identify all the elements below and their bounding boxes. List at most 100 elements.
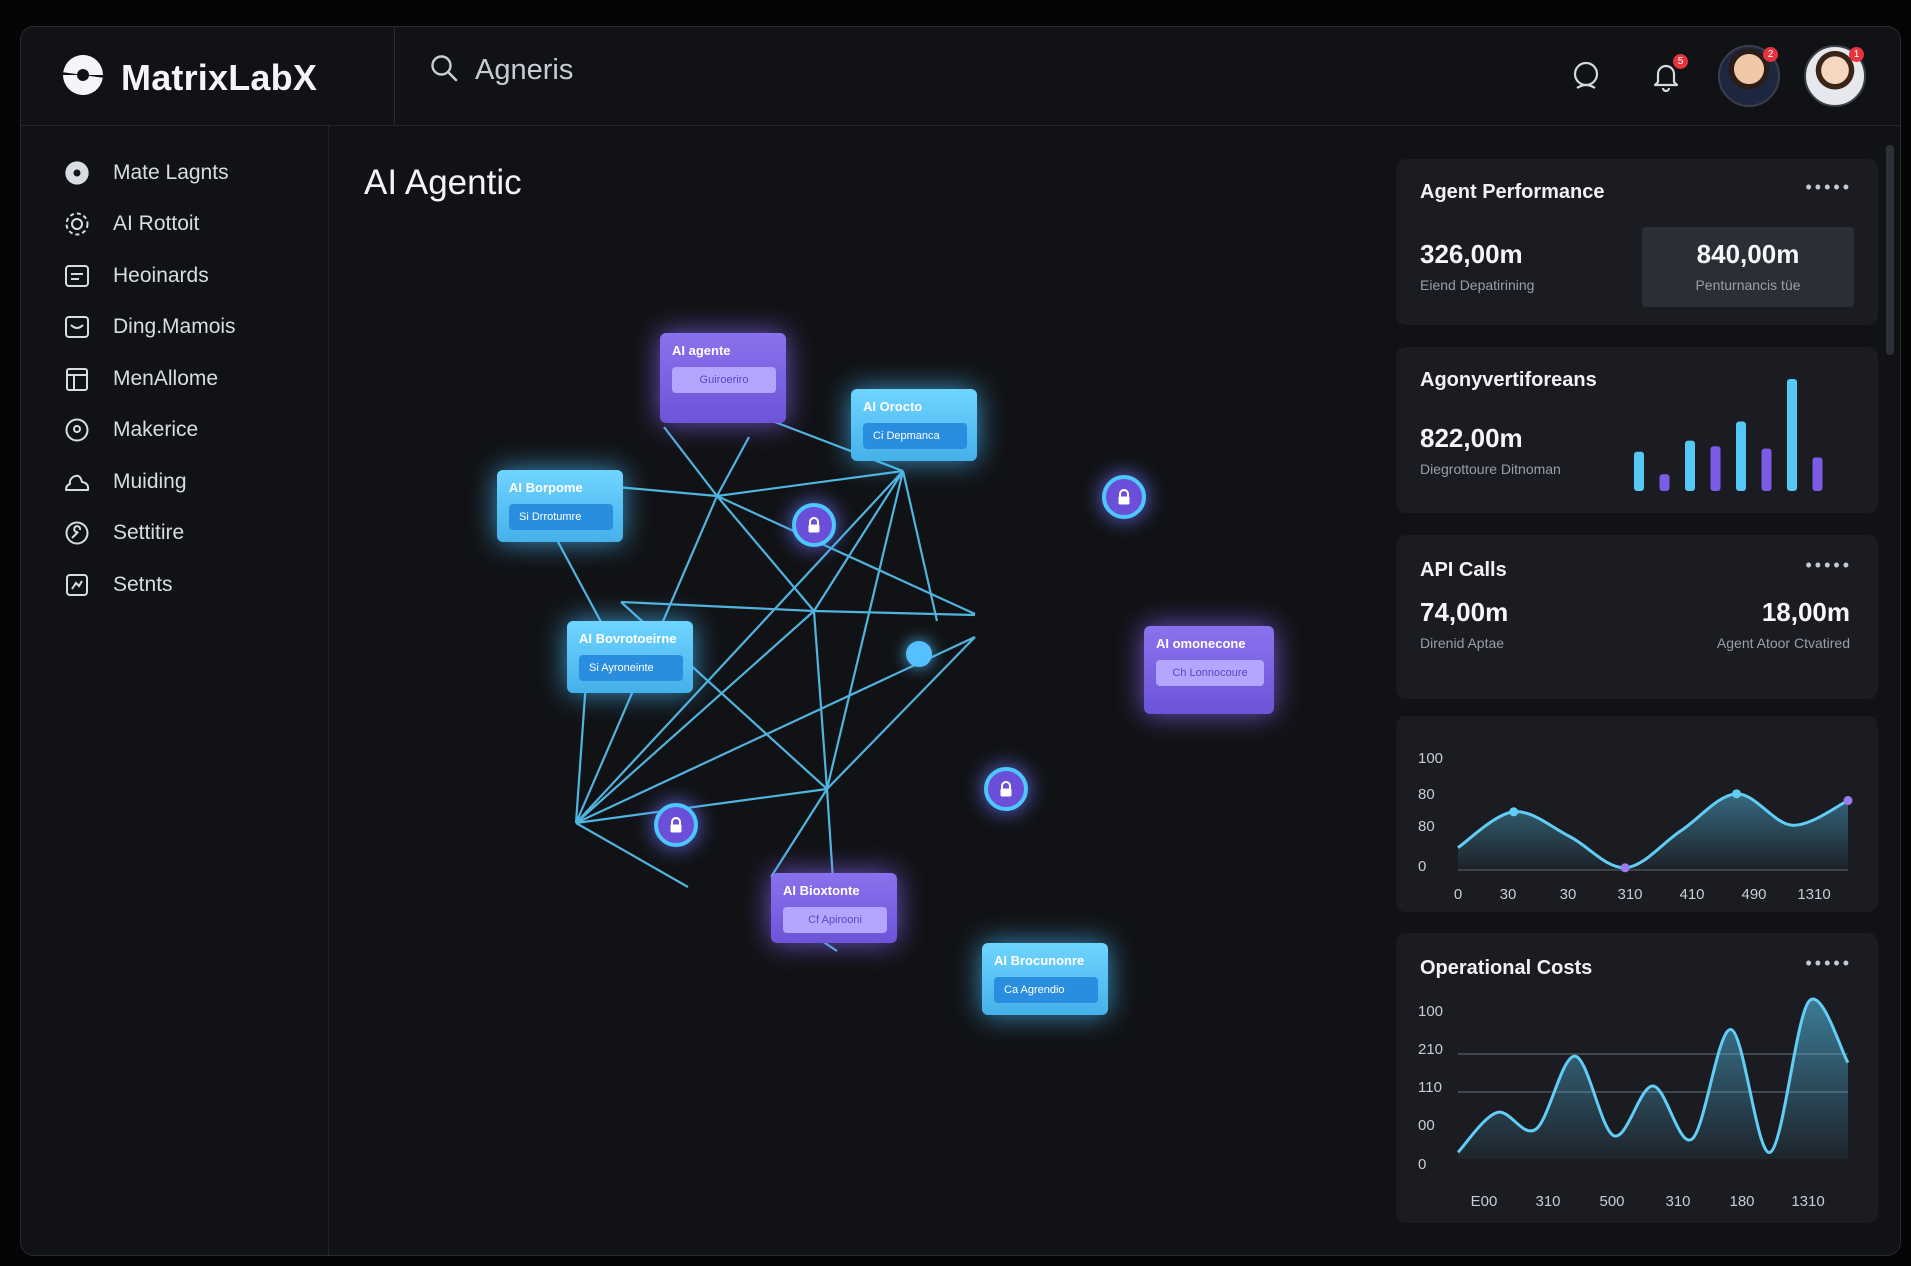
agent-node-title: AI Brocunonre [994,953,1085,968]
notification-badge: 5 [1673,54,1688,69]
agent-node-card[interactable]: AI Bovrotoeirne Si Ayroneinte [567,621,693,693]
y-tick-label: 0 [1418,858,1426,875]
agent-performance-panel: Agent Performance ••••• 326,00m Eiend De… [1396,159,1878,325]
x-tick-label: 310 [1535,1193,1560,1210]
hub-center-dot[interactable] [906,641,932,667]
dashboard-icon [65,264,89,287]
sidebar-item-label: Makerice [113,418,199,442]
sidebar-item-heoinards[interactable]: Heoinards [21,250,328,302]
more-options-icon[interactable]: ••••• [1805,555,1852,576]
calendar-icon [66,367,88,391]
sidebar-item-label: Muiding [113,469,187,493]
search-bar[interactable] [429,53,897,88]
y-tick-label: 100 [1418,750,1443,767]
agent-node-title: AI Orocto [863,399,923,414]
sidebar-item-setnts[interactable]: Setnts [21,559,328,611]
sidebar-item-ai-rottoit[interactable]: AI Rottoit [21,199,328,251]
bar [1685,440,1695,491]
x-tick-label: 490 [1741,886,1766,903]
x-tick-label: 0 [1454,886,1462,903]
chat-icon [1573,61,1599,89]
avatar-badge: 2 [1763,47,1778,62]
agent-node-card[interactable]: AI omonecone Ch Lonnocoure [1144,626,1274,714]
header-divider [394,27,395,125]
metric-label: Diegrottoure Ditnoman [1420,461,1561,477]
lock-icon [808,517,820,533]
y-tick-label: 80 [1418,818,1435,835]
agent-node-card[interactable]: AI Bioxtonte Cf Apirooni [771,873,897,943]
metric-value: 840,00m [1696,239,1800,269]
y-tick-label: 80 [1418,786,1435,803]
sidebar-item-label: Ding.Mamois [113,315,236,339]
notifications-button[interactable]: 5 [1638,48,1694,104]
sidebar-item-ding-mamois[interactable]: Ding.Mamois [21,302,328,354]
search-icon [429,53,459,88]
agent-hub-node[interactable] [984,767,1028,811]
cloud-icon [65,474,90,491]
metric-label: Penturnancis tüe [1695,277,1801,293]
header-actions: 5 2 1 [1558,45,1866,107]
sidebar-item-settitire[interactable]: Settitire [21,508,328,560]
agent-node-title: AI Bioxtonte [783,883,860,898]
app-window: MatrixLabX 5 2 1 [20,26,1901,1256]
scrollbar[interactable] [1886,145,1894,355]
agent-node-subtitle: Ca Agrendio [994,977,1098,1003]
agent-hub-node[interactable] [654,803,698,847]
inbox-icon [65,316,89,339]
settings-box-icon [66,573,88,596]
agent-node-subtitle: Ch Lonnocoure [1156,660,1264,686]
metric-label: Agent Atoor Ctvatired [1716,635,1850,651]
more-options-icon[interactable]: ••••• [1805,177,1852,198]
line-chart-panel: 100 80 80 0 0 30 30 310 410 490 1310 [1396,716,1878,912]
data-point [1843,796,1853,806]
brand-name: MatrixLabX [121,56,318,98]
logo-icon [59,51,107,104]
agent-activity-panel: Agonyvertiforeans 822,00m Diegrottoure D… [1396,347,1878,513]
gear-icon [65,212,89,236]
bar [1659,474,1670,491]
sidebar-nav: Mate Lagnts AI Rottoit Heoinards Ding.Ma… [21,125,328,611]
y-tick-label: 210 [1418,1041,1443,1058]
panel-title: Agonyvertiforeans [1420,369,1597,391]
agent-node-card[interactable]: AI Brocunonre Ca Agrendio [982,943,1108,1015]
agent-node-card[interactable]: AI Borpome Si Drrotumre [497,470,623,542]
wrench-icon [65,521,89,545]
sidebar-item-mate-lagnts[interactable]: Mate Lagnts [21,147,328,199]
bar [1812,457,1823,491]
x-tick-label: 310 [1665,1193,1690,1210]
y-tick-label: 100 [1418,1003,1443,1020]
area-fill [1458,793,1848,870]
chat-button[interactable] [1558,48,1614,104]
mini-bar-chart [1634,379,1823,491]
agent-node-card[interactable]: AI agente Guiroeriro [660,333,786,423]
data-point [1509,807,1519,817]
api-calls-panel: API Calls ••••• 74,00m Direnid Aptae 18,… [1396,535,1878,699]
agent-node-card[interactable]: AI Orocto Ci Depmanca [851,389,977,461]
agent-hub-node[interactable] [1102,475,1146,519]
agent-node-title: AI omonecone [1156,636,1246,651]
y-tick-label: 0 [1418,1156,1426,1173]
operational-costs-panel: Operational Costs ••••• 100 210 110 00 0 E00 3… [1396,933,1878,1223]
sidebar-item-makerice[interactable]: Makerice [21,405,328,457]
sidebar-item-menallome[interactable]: MenAllome [21,353,328,405]
bar [1634,451,1644,491]
panel-title: Agent Performance [1420,181,1605,203]
brand[interactable]: MatrixLabX [59,51,317,104]
agent-network-graph: AI agente Guiroeriro AI Orocto Ci Depman… [351,197,1371,1037]
logo-icon [65,161,89,185]
avatar[interactable]: 2 [1718,45,1780,107]
sidebar-item-label: Mate Lagnts [113,160,229,184]
data-point [1620,863,1630,873]
bar [1736,421,1746,491]
sidebar-item-muiding[interactable]: Muiding [21,456,328,508]
search-input[interactable] [473,53,897,88]
user-avatar[interactable]: 1 [1804,45,1866,107]
x-tick-label: 310 [1617,886,1642,903]
sidebar-item-label: MenAllome [113,366,219,390]
agent-node-subtitle: Cf Apirooni [783,907,887,933]
agent-hub-node[interactable] [792,503,836,547]
panel-title: API Calls [1420,559,1507,581]
x-tick-label: 30 [1560,886,1577,903]
agent-node-subtitle: Guiroeriro [672,367,776,393]
metric-value: 822,00m [1420,423,1523,453]
